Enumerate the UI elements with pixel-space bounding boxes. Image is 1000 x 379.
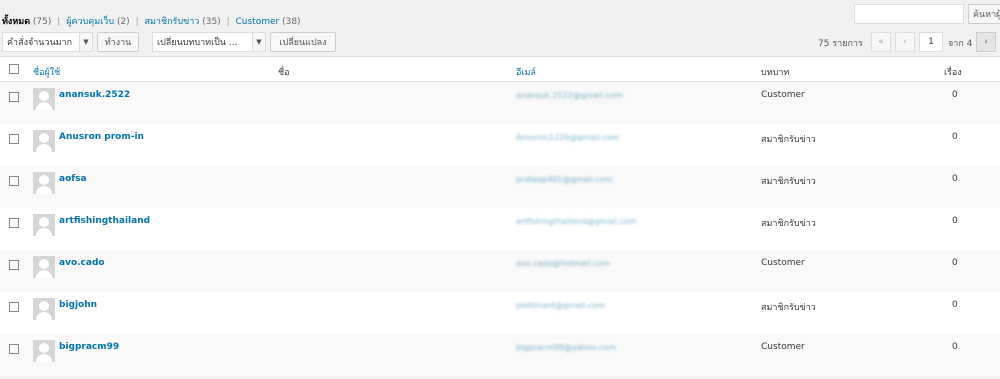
- role-cell: Customer: [761, 342, 805, 352]
- column-posts: เรื่อง: [944, 68, 962, 78]
- username-link[interactable]: avo.cado: [59, 258, 105, 268]
- avatar: [33, 256, 55, 278]
- column-name[interactable]: ชื่อ: [278, 65, 290, 79]
- search-box: ค้นหาผู้ใช้: [854, 4, 1000, 24]
- filter-subscriber-count: (35): [202, 17, 221, 27]
- row-checkbox[interactable]: [9, 92, 19, 102]
- current-page-input[interactable]: 1: [919, 32, 943, 52]
- filter-separator: |: [135, 17, 139, 27]
- select-all-checkbox[interactable]: [9, 64, 19, 74]
- role-cell: Customer: [761, 258, 805, 268]
- row-checkbox[interactable]: [9, 218, 19, 228]
- row-checkbox[interactable]: [9, 302, 19, 312]
- filter-admin-link[interactable]: ผู้ควบคุมเว็บ: [66, 17, 114, 27]
- table-row: aofsa prateep401@gmail.com สมาชิกรับข่าว…: [0, 166, 1000, 208]
- role-cell: สมาชิกรับข่าว: [761, 303, 816, 313]
- avatar: [33, 88, 55, 110]
- role-cell: Customer: [761, 90, 805, 100]
- filter-subscriber-link[interactable]: สมาชิกรับข่าว: [144, 17, 199, 27]
- email-link[interactable]: anansuk.2522@gmail.com: [516, 91, 623, 100]
- filter-all-label[interactable]: ทั้งหมด: [2, 17, 30, 27]
- filter-admin-count: (2): [116, 17, 130, 27]
- avatar: [33, 340, 55, 362]
- change-role-selected: เปลี่ยนบทบาทเป็น ...: [157, 38, 238, 48]
- posts-count: 0: [952, 342, 958, 352]
- posts-count: 0: [952, 174, 958, 184]
- bulk-action-select[interactable]: คำสั่งจำนวนมาก ▼: [2, 32, 93, 52]
- change-role-button[interactable]: เปลี่ยนแปลง: [270, 32, 336, 52]
- table-row: anansuk.2522 anansuk.2522@gmail.com Cust…: [0, 82, 1000, 124]
- username-link[interactable]: aofsa: [59, 174, 87, 184]
- column-role: บทบาท: [761, 68, 790, 78]
- total-pages: จาก 4: [948, 39, 973, 49]
- next-page-button[interactable]: ›: [976, 32, 996, 52]
- column-email[interactable]: อีเมล์: [516, 65, 536, 79]
- row-checkbox[interactable]: [9, 176, 19, 186]
- avatar: [33, 172, 55, 194]
- status-filters: ทั้งหมด (75) | ผู้ควบคุมเว็บ (2) | สมาชิ…: [2, 14, 301, 28]
- role-cell: สมาชิกรับข่าว: [761, 177, 816, 187]
- username-link[interactable]: artfishingthailand: [59, 216, 150, 226]
- chevron-down-icon: ▼: [79, 33, 92, 51]
- bulk-action-selected: คำสั่งจำนวนมาก: [7, 38, 73, 48]
- filter-customer-count: (38): [282, 17, 301, 27]
- email-link[interactable]: artfishingthailand@gmail.com: [516, 217, 636, 226]
- chevron-down-icon: ▼: [252, 33, 265, 51]
- filter-separator: |: [226, 17, 230, 27]
- prev-page-button[interactable]: ‹: [895, 32, 915, 52]
- table-header: ชื่อผู้ใช้ ชื่อ อีเมล์ บทบาท เรื่อง: [0, 56, 1000, 82]
- posts-count: 0: [952, 300, 958, 310]
- username-link[interactable]: anansuk.2522: [59, 90, 130, 100]
- search-input[interactable]: [854, 4, 964, 24]
- avatar: [33, 298, 55, 320]
- row-checkbox[interactable]: [9, 260, 19, 270]
- filter-separator: |: [57, 17, 61, 27]
- posts-count: 0: [952, 258, 958, 268]
- posts-count: 0: [952, 132, 958, 142]
- filter-all-count: (75): [32, 17, 52, 27]
- avatar: [33, 214, 55, 236]
- table-row: artfishingthailand artfishingthailand@gm…: [0, 208, 1000, 250]
- table-row: bigjohn phittinant@gmail.com สมาชิกรับข่…: [0, 292, 1000, 334]
- username-link[interactable]: bigpracm99: [59, 342, 119, 352]
- column-username[interactable]: ชื่อผู้ใช้: [33, 65, 60, 79]
- items-count: 75 รายการ: [818, 39, 863, 49]
- posts-count: 0: [952, 216, 958, 226]
- email-link[interactable]: bigpracm99@yahoo.com: [516, 343, 616, 352]
- table-row: Anusron prom-in Anusron1226@gmail.com สม…: [0, 124, 1000, 166]
- role-cell: สมาชิกรับข่าว: [761, 135, 816, 145]
- row-checkbox[interactable]: [9, 134, 19, 144]
- apply-bulk-button[interactable]: ทำงาน: [97, 32, 139, 52]
- change-role-select[interactable]: เปลี่ยนบทบาทเป็น ... ▼: [152, 32, 266, 52]
- username-link[interactable]: bigjohn: [59, 300, 97, 310]
- email-link[interactable]: phittinant@gmail.com: [516, 301, 605, 310]
- email-link[interactable]: prateep401@gmail.com: [516, 175, 612, 184]
- first-page-button[interactable]: «: [871, 32, 891, 52]
- users-table: ชื่อผู้ใช้ ชื่อ อีเมล์ บทบาท เรื่อง anan…: [0, 56, 1000, 376]
- row-checkbox[interactable]: [9, 344, 19, 354]
- table-row: bigpracm99 bigpracm99@yahoo.com Customer…: [0, 334, 1000, 376]
- role-cell: สมาชิกรับข่าว: [761, 219, 816, 229]
- email-link[interactable]: avo.cado@hotmail.com: [516, 259, 610, 268]
- username-link[interactable]: Anusron prom-in: [59, 132, 144, 142]
- table-row: avo.cado avo.cado@hotmail.com Customer 0: [0, 250, 1000, 292]
- posts-count: 0: [952, 90, 958, 100]
- email-link[interactable]: Anusron1226@gmail.com: [516, 133, 619, 142]
- filter-customer-link[interactable]: Customer: [235, 17, 279, 27]
- search-users-button[interactable]: ค้นหาผู้ใช้: [968, 4, 1000, 24]
- avatar: [33, 130, 55, 152]
